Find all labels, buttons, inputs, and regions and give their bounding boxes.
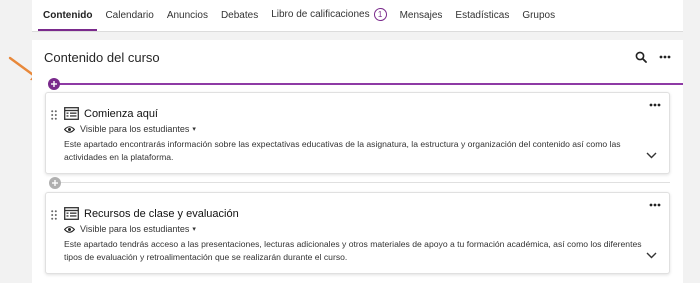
page-title: Contenido del curso <box>44 50 160 65</box>
notification-badge: 1 <box>373 8 387 21</box>
caret-down-icon: ▾ <box>192 226 196 233</box>
tab-label: Grupos <box>522 10 556 21</box>
tab-label: Calendario <box>105 10 154 21</box>
content-item-title[interactable]: Recursos de clase y evaluación <box>84 208 239 220</box>
tab-mensajes[interactable]: Mensajes <box>395 10 448 31</box>
insert-content-separator <box>45 177 670 189</box>
visibility-dropdown[interactable]: Visible para los estudiantes ▾ <box>64 224 196 234</box>
content-item-description: Este apartado tendrás acceso a las prese… <box>64 239 642 262</box>
more-options-button[interactable] <box>656 48 674 66</box>
search-button[interactable] <box>632 48 650 66</box>
tab-grupos[interactable]: Grupos <box>517 10 560 31</box>
insert-content-line <box>53 83 683 85</box>
more-horizontal-icon <box>659 55 671 59</box>
drag-handle-icon[interactable] <box>51 110 57 120</box>
visibility-label: Visible para los estudiantes <box>80 124 190 134</box>
document-icon <box>64 207 79 220</box>
more-horizontal-icon[interactable] <box>649 203 661 207</box>
eye-icon <box>64 225 75 233</box>
document-icon <box>64 107 79 120</box>
tab-anuncios[interactable]: Anuncios <box>162 10 213 31</box>
tab-calendario[interactable]: Calendario <box>100 10 158 31</box>
add-content-button[interactable] <box>49 177 61 189</box>
course-tab-bar: Contenido Calendario Anuncios Debates Li… <box>32 0 683 32</box>
tab-estadisticas[interactable]: Estadísticas <box>450 10 514 31</box>
visibility-dropdown[interactable]: Visible para los estudiantes ▾ <box>64 124 196 134</box>
tab-label: Libro de calificaciones <box>271 9 370 20</box>
tab-label: Mensajes <box>399 10 443 21</box>
course-content-panel: Contenido del curso Comienza aquí Visibl… <box>32 40 683 283</box>
content-item-comienza-aqui[interactable]: Comienza aquí Visible para los estudiant… <box>45 92 670 174</box>
more-horizontal-icon[interactable] <box>649 103 661 107</box>
caret-down-icon: ▾ <box>192 126 196 133</box>
tab-label: Contenido <box>43 10 93 21</box>
tab-label: Estadísticas <box>455 10 510 21</box>
separator-line <box>57 182 670 183</box>
drag-handle-icon[interactable] <box>51 210 57 220</box>
plus-icon <box>51 81 57 87</box>
tab-label: Debates <box>220 10 259 21</box>
content-item-recursos-de-clase[interactable]: Recursos de clase y evaluación Visible p… <box>45 192 670 274</box>
content-item-title[interactable]: Comienza aquí <box>84 108 158 120</box>
tab-label: Anuncios <box>166 10 208 21</box>
tab-debates[interactable]: Debates <box>216 10 263 31</box>
search-icon <box>635 51 647 63</box>
tab-contenido[interactable]: Contenido <box>38 10 98 31</box>
eye-icon <box>64 125 75 133</box>
add-content-button[interactable] <box>48 78 60 90</box>
chevron-down-icon[interactable] <box>646 152 657 159</box>
content-item-description: Este apartado encontrarás información so… <box>64 139 621 162</box>
chevron-down-icon[interactable] <box>646 252 657 259</box>
plus-icon <box>52 180 58 186</box>
tab-libro-de-calificaciones[interactable]: Libro de calificaciones 1 <box>266 8 391 31</box>
visibility-label: Visible para los estudiantes <box>80 224 190 234</box>
